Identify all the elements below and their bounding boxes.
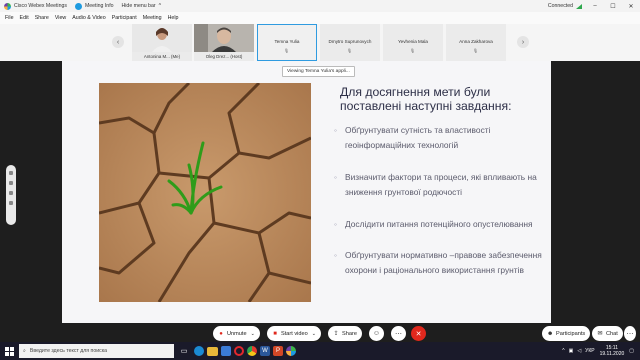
bullet-marker: ◦ bbox=[334, 219, 337, 229]
participant-strip: ‹ Antonina M... (Me) Oleg Drez... (Host)… bbox=[0, 24, 640, 61]
participant-tile-active[interactable]: Temna Yulia 🎙 bbox=[257, 24, 317, 61]
participant-tile[interactable]: Anna Zakharova 🎙 bbox=[446, 24, 506, 61]
video-off-icon: ■ bbox=[273, 330, 277, 337]
fit-icon[interactable] bbox=[9, 201, 13, 205]
title-bar: Cisco Webex Meetings Meeting Info Hide m… bbox=[0, 0, 640, 12]
chevron-down-icon: ⌄ bbox=[311, 330, 316, 337]
slide-bullet: ◦ Обґрунтувати сутність та властивості г… bbox=[334, 125, 491, 150]
participant-tile[interactable]: Dmytro Suprunovych 🎙 bbox=[320, 24, 380, 61]
chat-panel-button[interactable]: ✉ Chat bbox=[592, 326, 623, 341]
slide-bullet: ◦ Дослідити питання потенційного опустел… bbox=[334, 217, 544, 232]
menu-help[interactable]: Help bbox=[165, 15, 182, 21]
participant-photo bbox=[194, 24, 254, 52]
menu-view[interactable]: View bbox=[52, 15, 69, 21]
strip-next-arrow-icon[interactable]: › bbox=[517, 36, 529, 48]
menu-edit[interactable]: Edit bbox=[17, 15, 32, 21]
bullet-marker: ◦ bbox=[334, 125, 337, 135]
opera-icon[interactable] bbox=[234, 346, 244, 356]
system-tray: ^ ▣ ◁ УКР 15:11 19.11.2020 ▢ bbox=[562, 345, 640, 357]
windows-taskbar: ⌕ Введите здесь текст для поиска ▭ W P ^… bbox=[0, 342, 640, 360]
reactions-button[interactable]: ☺ bbox=[369, 326, 384, 341]
close-window-icon[interactable]: ✕ bbox=[622, 0, 640, 12]
menu-bar: File Edit Share View Audio & Video Parti… bbox=[0, 12, 640, 24]
app-title: Cisco Webex Meetings bbox=[0, 0, 71, 12]
panel-options-button[interactable]: ⋯ bbox=[624, 326, 636, 341]
meeting-info-button[interactable]: Meeting Info bbox=[71, 0, 118, 12]
volume-icon[interactable]: ◁ bbox=[577, 348, 581, 354]
word-icon[interactable]: W bbox=[260, 346, 270, 356]
menu-file[interactable]: File bbox=[2, 15, 17, 21]
file-explorer-icon[interactable] bbox=[207, 346, 218, 356]
microphone-muted-icon: ● bbox=[219, 330, 223, 337]
menu-participant[interactable]: Participant bbox=[109, 15, 140, 21]
chat-icon: ✉ bbox=[597, 330, 603, 337]
chevron-down-icon: ⌄ bbox=[250, 330, 255, 337]
menu-meeting[interactable]: Meeting bbox=[140, 15, 165, 21]
participant-photo bbox=[132, 24, 192, 52]
more-options-button[interactable]: ⋯ bbox=[391, 326, 406, 341]
participant-label: Antonina M... (Me) bbox=[143, 54, 181, 59]
shared-content-slide: Для досягнення мети були поставлені наст… bbox=[62, 61, 551, 323]
start-video-button[interactable]: ■ Start video ⌄ bbox=[267, 326, 321, 341]
hide-menu-bar-button[interactable]: Hide menu bar ^ bbox=[118, 0, 165, 12]
slide-bullet: ◦ Визначити фактори та процеси, які впли… bbox=[334, 172, 537, 197]
notifications-icon[interactable]: ▢ bbox=[629, 348, 634, 354]
strip-prev-arrow-icon[interactable]: ‹ bbox=[112, 36, 124, 48]
info-icon bbox=[74, 2, 82, 10]
store-icon[interactable] bbox=[221, 346, 231, 356]
edge-browser-icon[interactable] bbox=[194, 346, 204, 356]
share-button[interactable]: ⇪ Share bbox=[328, 326, 362, 341]
viewing-tooltip: Viewing Temna Yulia's appli... bbox=[282, 66, 355, 77]
participant-tile[interactable]: Yevhenia Mala 🎙 bbox=[383, 24, 443, 61]
webex-logo-icon bbox=[4, 2, 11, 10]
unmute-button[interactable]: ● Unmute ⌄ bbox=[213, 326, 260, 341]
webex-taskbar-icon[interactable] bbox=[286, 346, 296, 356]
network-icon[interactable]: ▣ bbox=[569, 348, 574, 354]
share-icon: ⇪ bbox=[333, 330, 339, 337]
slide-title: Для досягнення мети були поставлені наст… bbox=[340, 85, 512, 113]
meeting-controls: ● Unmute ⌄ ■ Start video ⌄ ⇪ Share ☺ ⋯ ✕… bbox=[0, 323, 640, 342]
bullet-marker: ◦ bbox=[334, 250, 337, 260]
pen-icon[interactable] bbox=[9, 181, 13, 185]
slide-bullet: ◦ Обґрунтувати нормативно –правове забез… bbox=[334, 250, 542, 275]
chrome-icon[interactable] bbox=[247, 346, 257, 356]
connection-status: Connected bbox=[544, 0, 586, 12]
chevron-up-icon: ^ bbox=[158, 3, 161, 9]
participants-icon: ☻ bbox=[547, 330, 554, 337]
zoom-icon[interactable] bbox=[9, 191, 13, 195]
tray-chevron-icon[interactable]: ^ bbox=[562, 348, 564, 354]
task-view-icon[interactable]: ▭ bbox=[177, 344, 191, 358]
microphone-muted-icon: 🎙 bbox=[410, 48, 416, 53]
participant-tile[interactable]: Antonina M... (Me) bbox=[132, 24, 192, 61]
participant-tile[interactable]: Oleg Drez... (Host) bbox=[194, 24, 254, 61]
language-indicator[interactable]: УКР bbox=[585, 348, 594, 354]
menu-share[interactable]: Share bbox=[32, 15, 52, 21]
pointer-icon[interactable] bbox=[9, 171, 13, 175]
microphone-muted-icon: 🎙 bbox=[473, 48, 479, 53]
menu-audio-video[interactable]: Audio & Video bbox=[69, 15, 108, 21]
taskbar-search-input[interactable]: ⌕ Введите здесь текст для поиска bbox=[19, 344, 174, 358]
annotation-toolbar[interactable] bbox=[6, 165, 16, 225]
participants-panel-button[interactable]: ☻ Participants bbox=[542, 326, 591, 341]
microphone-muted-icon: 🎙 bbox=[284, 48, 290, 53]
minimize-window-icon[interactable]: – bbox=[586, 0, 604, 12]
microphone-muted-icon: 🎙 bbox=[347, 48, 353, 53]
maximize-window-icon[interactable]: ☐ bbox=[604, 0, 622, 12]
bullet-marker: ◦ bbox=[334, 172, 337, 182]
search-icon: ⌕ bbox=[23, 347, 26, 354]
cracked-earth-sprout-image bbox=[99, 83, 311, 302]
powerpoint-icon[interactable]: P bbox=[273, 346, 283, 356]
leave-meeting-button[interactable]: ✕ bbox=[411, 326, 426, 341]
participant-label: Oleg Drez... (Host) bbox=[205, 54, 243, 59]
clock[interactable]: 15:11 19.11.2020 bbox=[600, 345, 625, 357]
windows-start-icon[interactable] bbox=[0, 342, 18, 360]
signal-icon bbox=[576, 3, 582, 9]
